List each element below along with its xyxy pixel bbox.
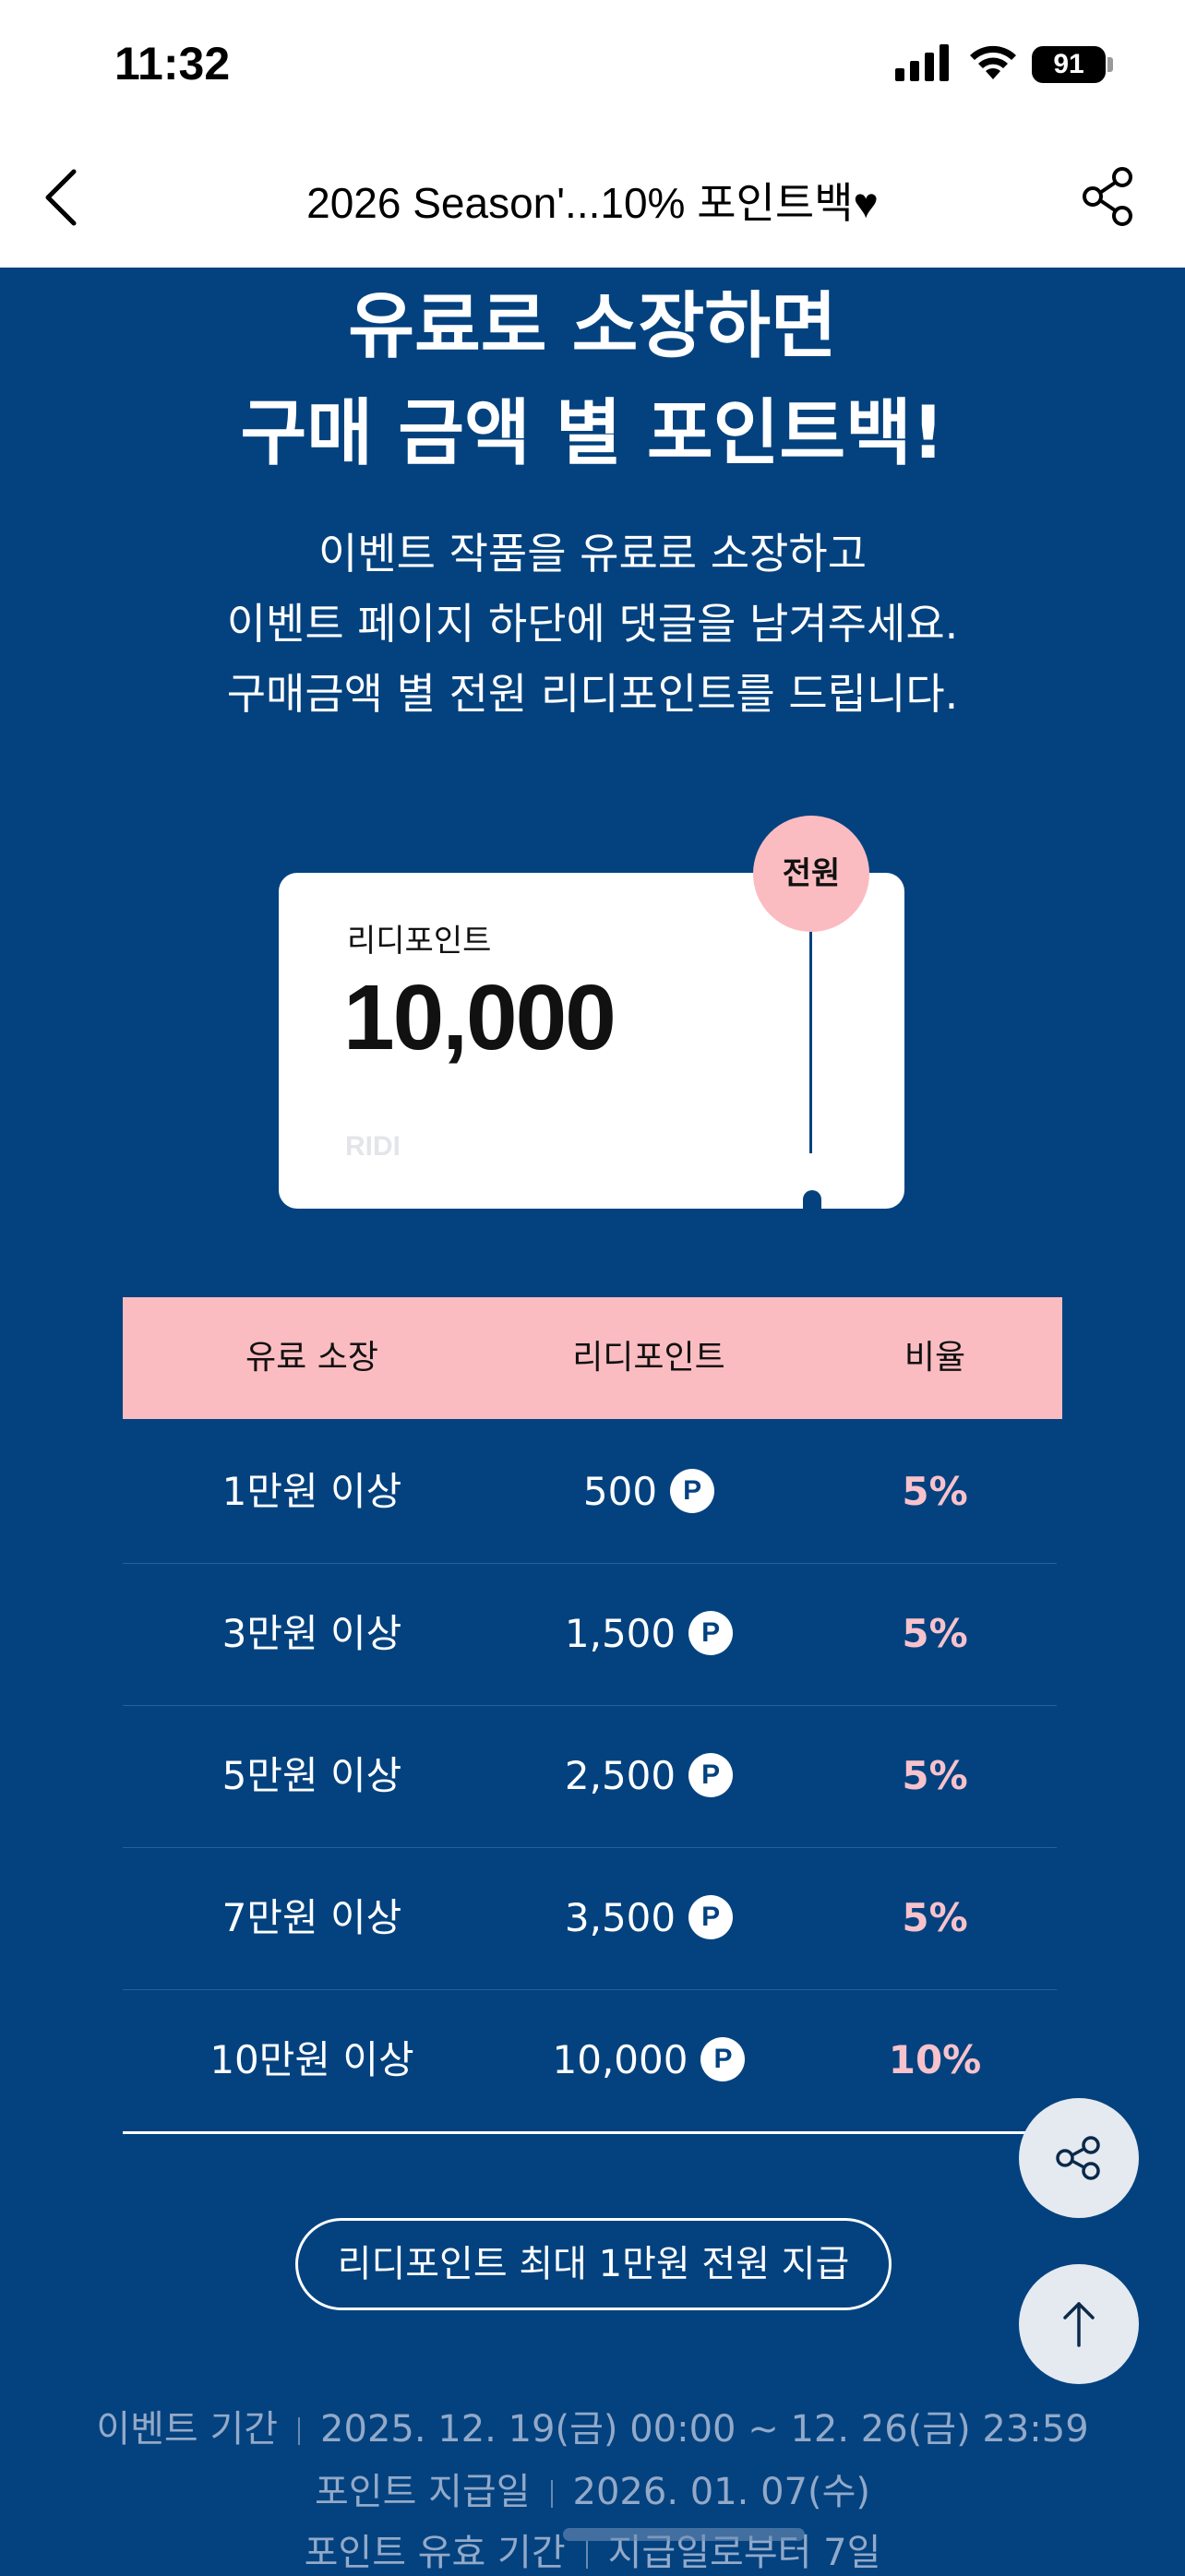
column-header-purchase: 유료 소장 (245, 1339, 378, 1377)
rate-cell: 5% (902, 1469, 968, 1514)
purchase-cell: 5만원 이상 (221, 1753, 402, 1798)
points-cell: 500 P (520, 1421, 778, 1563)
wifi-icon (970, 45, 1016, 79)
share-icon[interactable] (1078, 164, 1139, 229)
points-value: 2,500 (564, 1753, 676, 1798)
points-cell: 2,500 P (520, 1705, 778, 1847)
point-ticket: 리디포인트 10,000 RIDI (279, 873, 810, 1209)
divider (550, 2480, 553, 2508)
battery-tip (1107, 57, 1113, 72)
points-cell: 10,000 P (520, 1989, 778, 2131)
everyone-badge: 전원 (753, 816, 869, 932)
points-value: 500 (582, 1469, 658, 1514)
point-icon: P (670, 1468, 715, 1513)
points-value: 3,500 (564, 1895, 676, 1940)
event-period-info: 이벤트 기간 2025. 12. 19(금) 00:00 ~ 12. 26(금) … (0, 2399, 1185, 2452)
payday-value: 2026. 01. 07(수) (572, 2471, 870, 2513)
ticket-brand-logo: RIDI (345, 1131, 401, 1162)
event-period-value: 2025. 12. 19(금) 00:00 ~ 12. 26(금) 23:59 (320, 2408, 1089, 2451)
rate-cell: 5% (902, 1895, 968, 1940)
status-time: 11:32 (114, 38, 231, 89)
nav-bar: 2026 Season'...10% 포인트백♥ (0, 133, 1185, 268)
point-icon: P (688, 1894, 734, 1939)
home-indicator (563, 2528, 805, 2541)
description-line-3: 구매금액 별 전원 리디포인트를 드립니다. (226, 669, 959, 719)
divider (298, 2417, 301, 2445)
event-description: 이벤트 작품을 유료로 소장하고 이벤트 페이지 하단에 댓글을 남겨주세요. … (0, 519, 1185, 729)
status-bar: 11:32 91 (0, 0, 1185, 133)
headline-line-2: 구매 금액 별 포인트백! (240, 392, 945, 475)
headline-line-1: 유료로 소장하면 (348, 285, 837, 368)
share-icon (1056, 2136, 1100, 2180)
table-row: 10만원 이상 10,000 P 10% (123, 1989, 1057, 2134)
points-cell: 1,500 P (520, 1563, 778, 1705)
event-period-label: 이벤트 기간 (96, 2408, 279, 2451)
points-cell: 3,500 P (520, 1847, 778, 1989)
point-icon: P (700, 2036, 746, 2081)
divider (585, 2541, 588, 2569)
max-point-pill: 리디포인트 최대 1만원 전원 지급 (295, 2218, 892, 2310)
points-value: 10,000 (552, 2037, 688, 2082)
table-row: 3만원 이상 1,500 P 5% (123, 1563, 1057, 1706)
description-line-2: 이벤트 페이지 하단에 댓글을 남겨주세요. (226, 599, 959, 649)
table-row: 1만원 이상 500 P 5% (123, 1421, 1057, 1564)
scroll-to-top-button[interactable] (1019, 2264, 1139, 2384)
ticket-value: 10,000 (343, 966, 616, 1069)
purchase-cell: 10만원 이상 (209, 2037, 414, 2082)
rate-cell: 5% (902, 1611, 968, 1656)
table-row: 5만원 이상 2,500 P 5% (123, 1705, 1057, 1848)
purchase-cell: 7만원 이상 (221, 1895, 402, 1940)
points-value: 1,500 (564, 1611, 676, 1656)
ticket-label: 리디포인트 (347, 923, 492, 960)
column-header-rate: 비율 (904, 1339, 966, 1377)
purchase-cell: 3만원 이상 (221, 1611, 402, 1656)
back-arrow-icon[interactable] (35, 162, 90, 233)
point-icon: P (688, 1752, 734, 1797)
floating-share-button[interactable] (1019, 2098, 1139, 2218)
ticket-perforation (809, 923, 812, 1153)
rate-cell: 5% (902, 1753, 968, 1798)
description-line-1: 이벤트 작품을 유료로 소장하고 (317, 529, 868, 578)
payday-info: 포인트 지급일 2026. 01. 07(수) (0, 2462, 1185, 2515)
page-title: 2026 Season'...10% 포인트백♥ (306, 179, 879, 227)
table-header: 유료 소장 리디포인트 비율 (123, 1297, 1062, 1419)
battery-icon: 91 (1032, 46, 1106, 83)
column-header-points: 리디포인트 (572, 1339, 725, 1377)
event-headline: 유료로 소장하면 구매 금액 별 포인트백! (0, 273, 1185, 487)
ticket-notch (803, 1190, 821, 1212)
arrow-up-icon (1063, 2302, 1095, 2347)
point-icon: P (688, 1610, 734, 1655)
validity-label: 포인트 유효 기간 (304, 2532, 566, 2574)
cellular-signal-icon (895, 44, 949, 81)
table-row: 7만원 이상 3,500 P 5% (123, 1847, 1057, 1990)
purchase-cell: 1만원 이상 (221, 1469, 402, 1514)
payday-label: 포인트 지급일 (315, 2471, 531, 2513)
